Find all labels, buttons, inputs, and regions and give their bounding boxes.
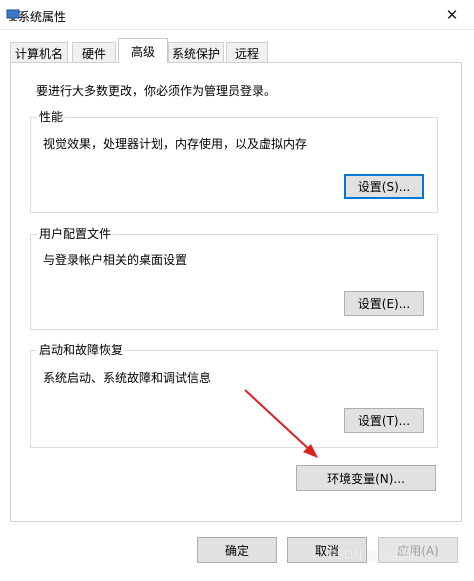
close-icon: ✕ <box>445 6 459 24</box>
title-bar: 系统属性 ✕ <box>0 0 474 30</box>
startup-recovery-group-title: 启动和故障恢复 <box>37 343 126 357</box>
tab-label: 高级 <box>130 44 155 59</box>
tab-label: 远程 <box>234 46 259 61</box>
tab-hardware[interactable]: 硬件 <box>72 42 116 63</box>
window-title: 系统属性 <box>18 10 67 24</box>
tab-remote[interactable]: 远程 <box>226 42 268 63</box>
user-profiles-group-title: 用户配置文件 <box>37 227 114 241</box>
tab-strip: 计算机名 硬件 高级 系统保护 远程 <box>10 38 464 63</box>
user-profiles-description: 与登录帐户相关的桌面设置 <box>43 253 188 267</box>
tab-system-protection[interactable]: 系统保护 <box>168 42 224 63</box>
watermark: CSDN @普尘娴 <box>328 548 415 562</box>
performance-description: 视觉效果，处理器计划，内存使用，以及虚拟内存 <box>43 137 308 151</box>
environment-variables-button[interactable]: 环境变量(N)... <box>296 465 436 491</box>
admin-notice: 要进行大多数更改，你必须作为管理员登录。 <box>36 84 277 98</box>
tab-computer-name[interactable]: 计算机名 <box>10 42 68 63</box>
close-button[interactable]: ✕ <box>430 0 474 30</box>
performance-group-title: 性能 <box>37 110 66 124</box>
tab-label: 计算机名 <box>14 46 63 61</box>
tab-label: 系统保护 <box>171 46 220 61</box>
tab-label: 硬件 <box>81 46 106 61</box>
startup-recovery-description: 系统启动、系统故障和调试信息 <box>43 371 212 385</box>
startup-recovery-settings-button[interactable]: 设置(T)... <box>344 408 424 433</box>
startup-recovery-group: 启动和故障恢复 系统启动、系统故障和调试信息 <box>30 343 438 448</box>
performance-settings-button[interactable]: 设置(S)... <box>344 174 424 199</box>
user-profiles-settings-button[interactable]: 设置(E)... <box>344 291 424 316</box>
ok-button[interactable]: 确定 <box>197 537 277 563</box>
tab-advanced[interactable]: 高级 <box>118 38 168 63</box>
